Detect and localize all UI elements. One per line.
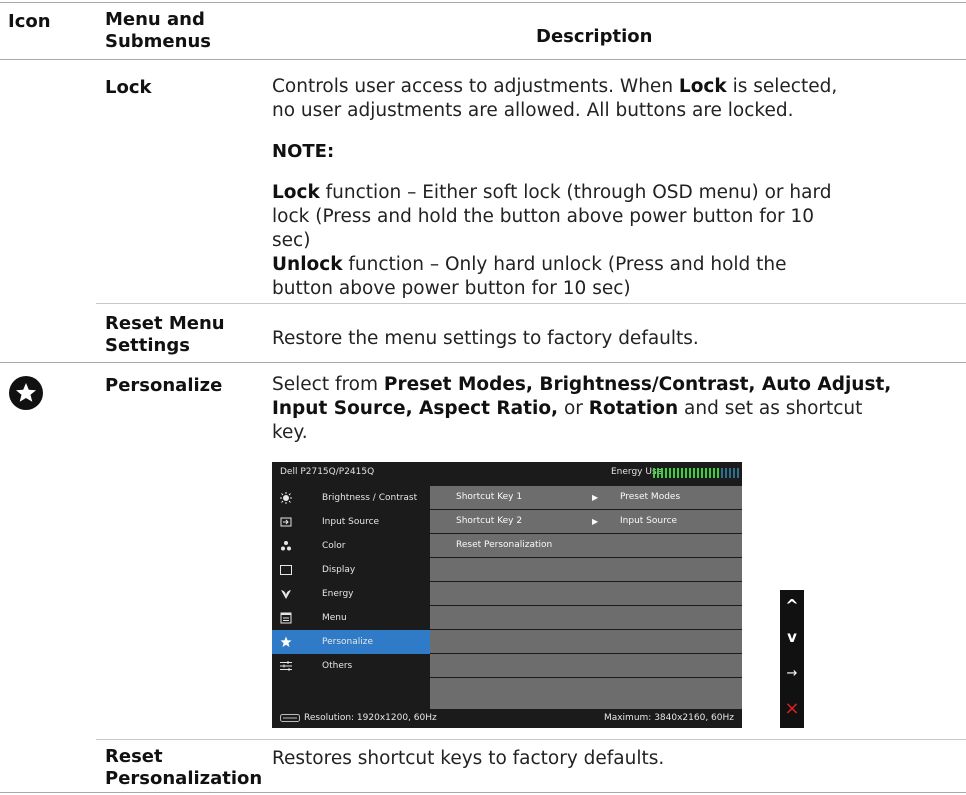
osd-menu-item-display[interactable]: Display (272, 558, 430, 582)
energy-segment (669, 468, 671, 478)
energy-segment (673, 468, 675, 478)
enter-button[interactable]: → (780, 666, 804, 681)
reset-personalization-description: Restores shortcut keys to factory defaul… (272, 748, 665, 769)
osd-option-empty (430, 558, 742, 581)
osd-menu-label: Display (322, 565, 356, 575)
energy-segment (689, 468, 691, 478)
energy-segment (713, 468, 715, 478)
energy-segment (725, 468, 727, 478)
display-icon (280, 565, 292, 575)
star-icon (8, 375, 44, 411)
osd-option-empty (430, 582, 742, 605)
play-icon: ▶ (592, 493, 599, 502)
osd-menu-label: Input Source (322, 517, 380, 527)
header-icon: Icon (8, 11, 51, 32)
energy-segment (701, 468, 703, 478)
brightness-icon (280, 492, 292, 504)
menu-icon (280, 612, 292, 624)
header-menu: Menu and Submenus (105, 9, 211, 53)
reset-personalization-label: Reset Personalization (105, 746, 263, 789)
osd-title: Dell P2715Q/P2415Q (280, 467, 375, 477)
osd-side-buttons: ^ v → × (780, 590, 804, 728)
osd-menu-label: Brightness / Contrast (322, 493, 418, 503)
osd-option-value: Preset Modes (620, 492, 681, 502)
osd-resolution: Resolution: 1920x1200, 60Hz (280, 708, 437, 728)
note-title: NOTE: (272, 141, 335, 162)
osd-footer: Resolution: 1920x1200, 60Hz Maximum: 384… (272, 708, 742, 728)
osd-option-empty (430, 654, 742, 677)
energy-segment (681, 468, 683, 478)
header-description: Description (536, 26, 653, 47)
close-button[interactable]: × (780, 698, 804, 719)
osd-maximum: Maximum: 3840x2160, 60Hz (603, 713, 734, 723)
osd-option-key: Shortcut Key 1 (456, 492, 523, 502)
energy-segment (697, 468, 699, 478)
osd-menu-item-energy[interactable]: Energy (272, 582, 430, 606)
energy-segment (729, 468, 731, 478)
osd-energy-bar (653, 468, 739, 478)
osd-option-value: Input Source (620, 516, 678, 526)
osd-options-grid: Shortcut Key 1 ▶ Preset Modes Shortcut K… (430, 486, 742, 710)
energy-segment (677, 468, 679, 478)
others-icon (280, 661, 292, 671)
up-button[interactable]: ^ (780, 596, 804, 615)
osd-menu-label: Others (322, 661, 353, 671)
osd-option-empty (430, 630, 742, 653)
osd-menu-label: Personalize (322, 637, 374, 647)
energy-segment (661, 468, 663, 478)
osd-menu-screenshot: Dell P2715Q/P2415Q Energy Use Brightness… (272, 462, 742, 728)
personalize-description: Select from Preset Modes, Brightness/Con… (272, 374, 892, 443)
osd-menu-label: Color (322, 541, 346, 551)
energy-segment (737, 468, 739, 478)
osd-option-shortcut-key-2[interactable]: Shortcut Key 2 ▶ Input Source (430, 510, 742, 533)
osd-menu-label: Energy (322, 589, 354, 599)
energy-segment (693, 468, 695, 478)
osd-option-shortcut-key-1[interactable]: Shortcut Key 1 ▶ Preset Modes (430, 486, 742, 509)
color-icon (281, 541, 291, 551)
energy-segment (657, 468, 659, 478)
energy-segment (717, 468, 719, 478)
reset-menu-label: Reset Menu Settings (105, 313, 225, 356)
osd-menu-item-input-source[interactable]: Input Source (272, 510, 430, 534)
osd-option-key: Reset Personalization (456, 540, 553, 550)
osd-menu-item-brightness[interactable]: Brightness / Contrast (272, 486, 430, 510)
osd-menu-label: Menu (322, 613, 347, 623)
energy-icon (281, 590, 291, 599)
personalize-label: Personalize (105, 375, 223, 396)
lock-label: Lock (105, 77, 152, 98)
energy-segment (733, 468, 735, 478)
energy-segment (685, 468, 687, 478)
osd-main-menu: Brightness / Contrast Input Source Color… (272, 486, 430, 678)
osd-option-key: Shortcut Key 2 (456, 516, 523, 526)
energy-segment (721, 468, 723, 478)
energy-segment (709, 468, 711, 478)
reset-menu-description: Restore the menu settings to factory def… (272, 328, 699, 349)
energy-segment (665, 468, 667, 478)
energy-segment (705, 468, 707, 478)
monitor-icon (280, 713, 300, 722)
energy-segment (653, 468, 655, 478)
osd-menu-item-others[interactable]: Others (272, 654, 430, 678)
lock-note: Lock function – Either soft lock (throug… (272, 182, 832, 299)
osd-menu-item-personalize[interactable]: Personalize (272, 630, 430, 654)
star-icon (280, 636, 292, 647)
play-icon: ▶ (592, 517, 599, 526)
osd-option-empty (430, 606, 742, 629)
osd-option-empty (430, 678, 742, 709)
down-button[interactable]: v (780, 628, 804, 646)
lock-description: Controls user access to adjustments. Whe… (272, 76, 838, 121)
osd-option-reset-personalization[interactable]: Reset Personalization (430, 534, 742, 557)
header-menu-line2: Submenus (105, 31, 211, 52)
input-source-icon (280, 517, 292, 527)
osd-menu-item-color[interactable]: Color (272, 534, 430, 558)
header-menu-line1: Menu and (105, 9, 205, 30)
osd-menu-item-menu[interactable]: Menu (272, 606, 430, 630)
